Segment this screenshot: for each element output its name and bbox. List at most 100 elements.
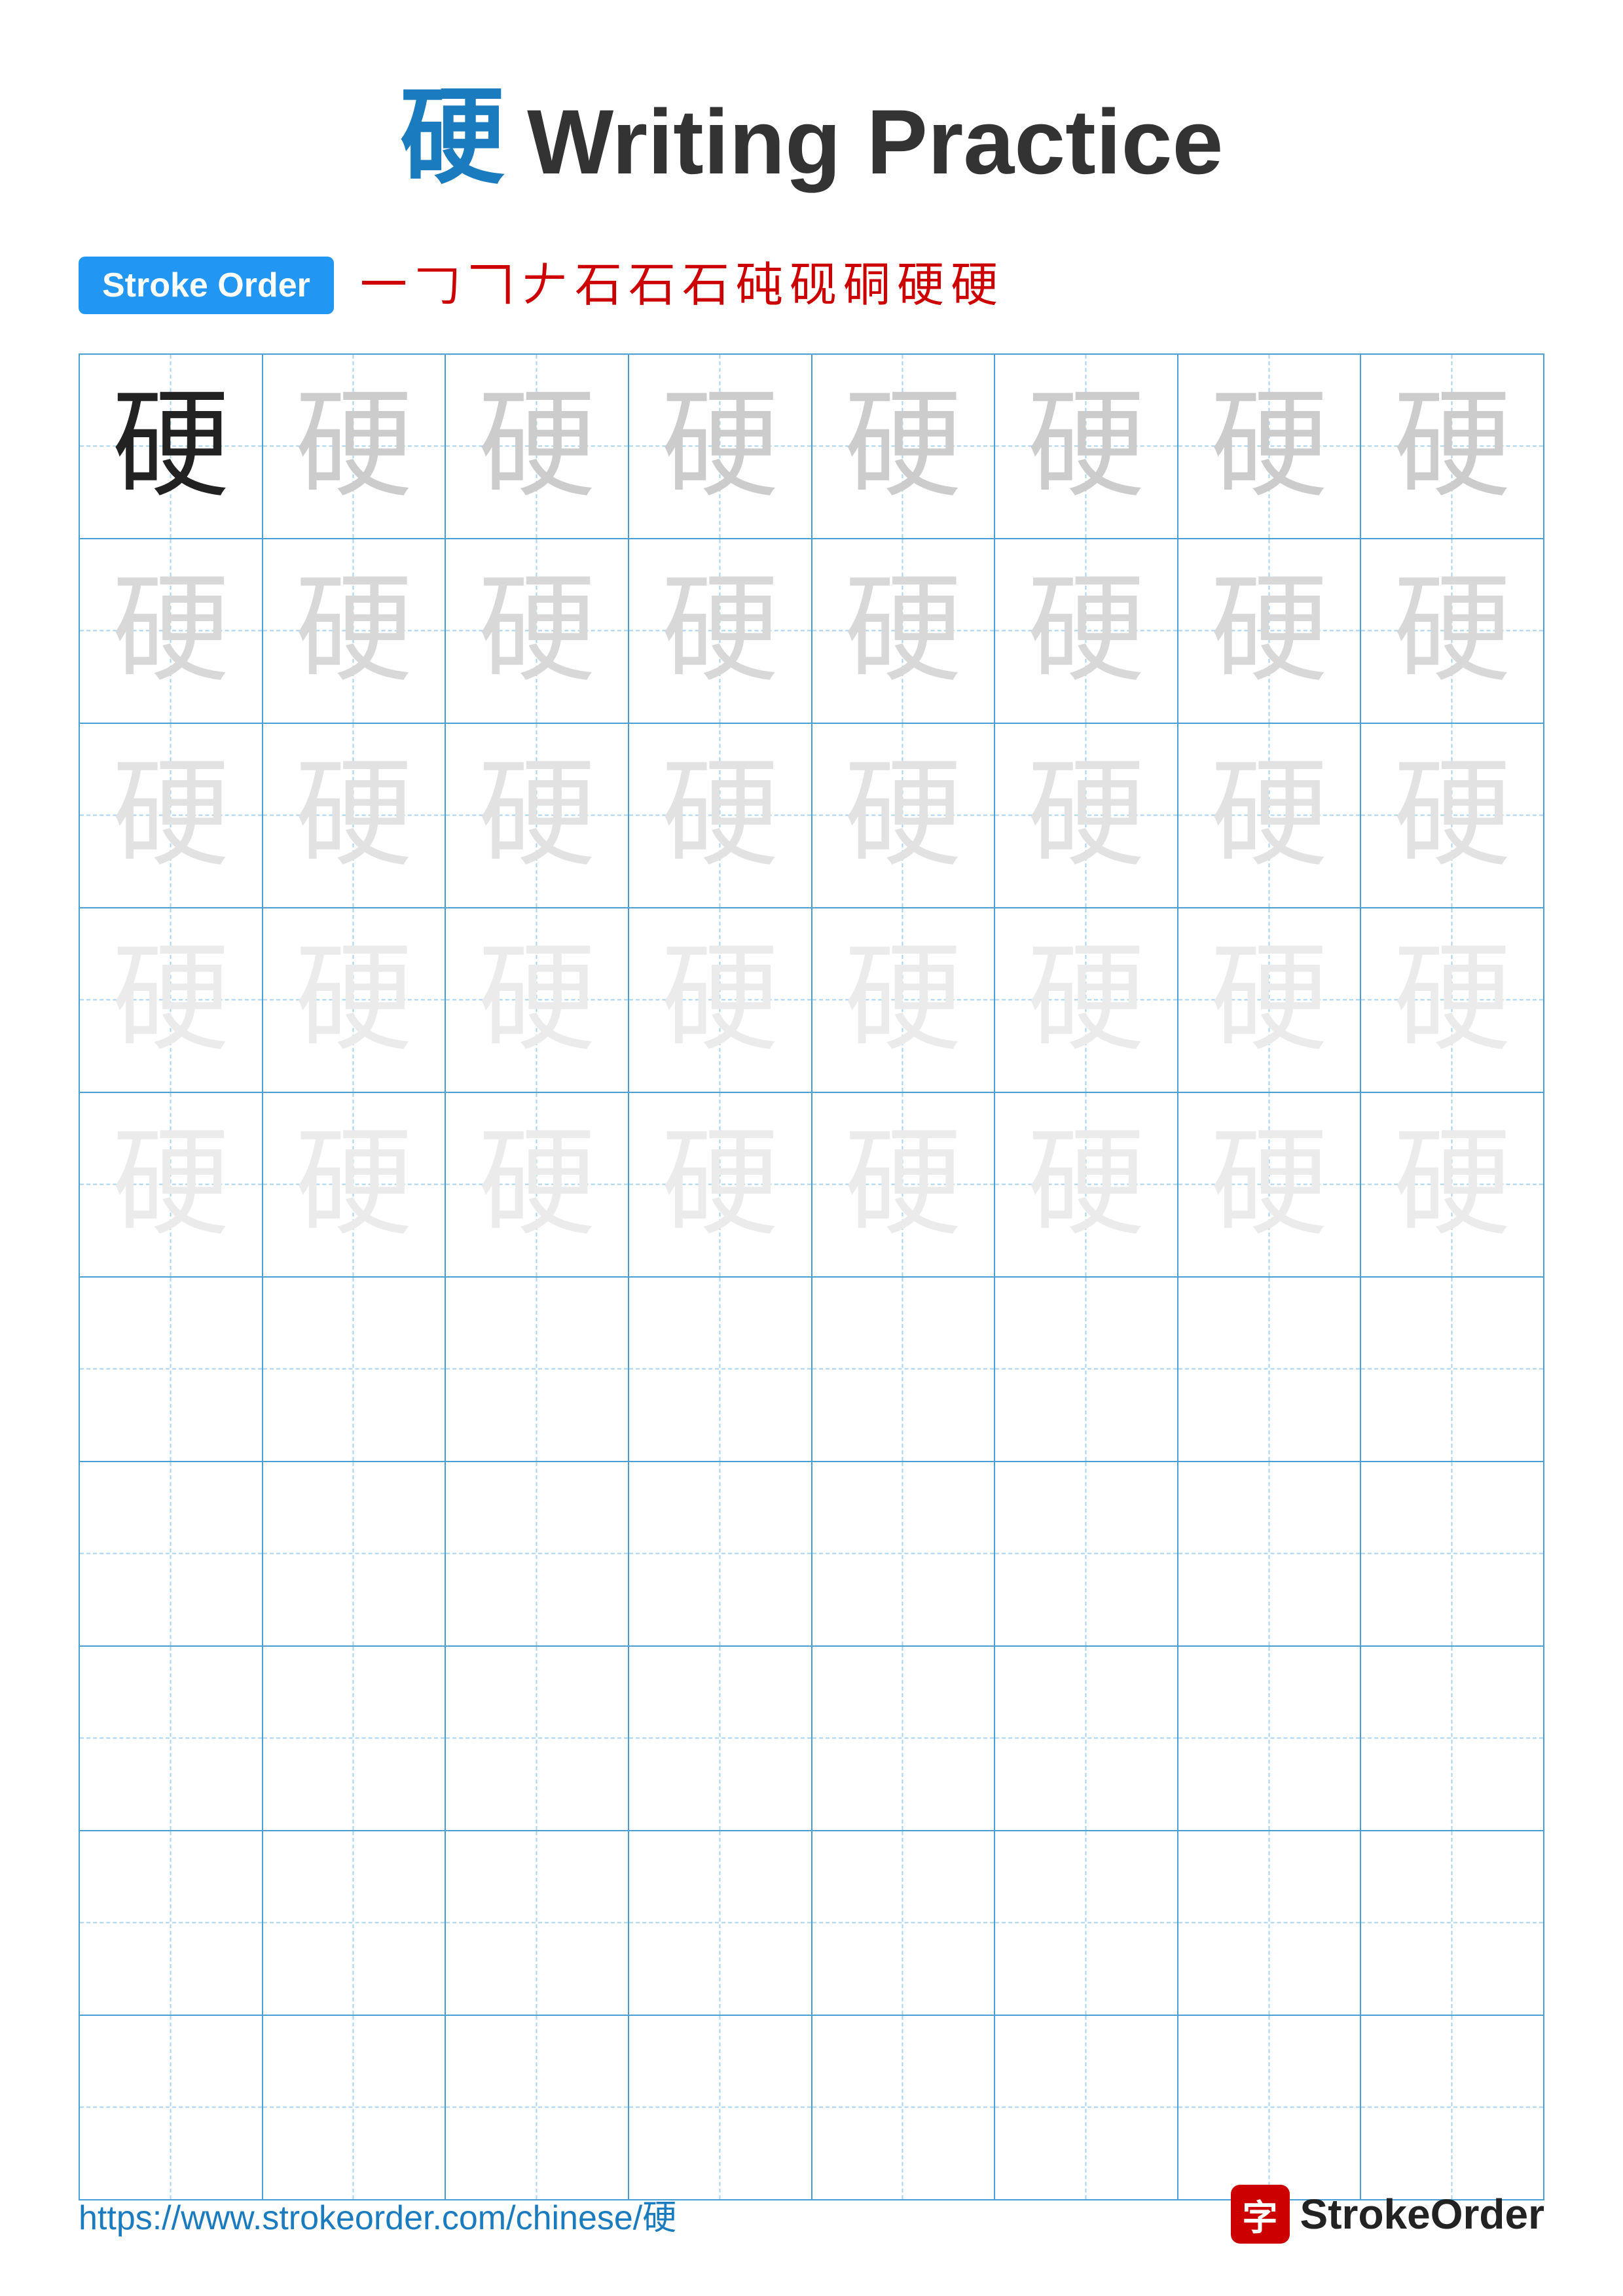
cell-5-6[interactable]: 硬 bbox=[995, 1093, 1178, 1276]
stroke-chars: 一 𠃌 𠃍 𠂇 石 石 石 砘 砚 硐 硬 硬 bbox=[360, 262, 998, 309]
cell-3-7[interactable]: 硬 bbox=[1178, 724, 1362, 907]
cell-4-2[interactable]: 硬 bbox=[263, 908, 447, 1092]
cell-8-3[interactable] bbox=[446, 1647, 629, 1830]
cell-5-2[interactable]: 硬 bbox=[263, 1093, 447, 1276]
cell-9-7[interactable] bbox=[1178, 1831, 1362, 2015]
cell-2-2[interactable]: 硬 bbox=[263, 539, 447, 723]
cell-2-7[interactable]: 硬 bbox=[1178, 539, 1362, 723]
cell-2-5[interactable]: 硬 bbox=[812, 539, 996, 723]
char-display: 硬 bbox=[661, 941, 779, 1059]
cell-2-1[interactable]: 硬 bbox=[80, 539, 263, 723]
cell-7-3[interactable] bbox=[446, 1462, 629, 1645]
cell-2-6[interactable]: 硬 bbox=[995, 539, 1178, 723]
cell-5-5[interactable]: 硬 bbox=[812, 1093, 996, 1276]
cell-5-3[interactable]: 硬 bbox=[446, 1093, 629, 1276]
cell-2-4[interactable]: 硬 bbox=[629, 539, 812, 723]
cell-8-5[interactable] bbox=[812, 1647, 996, 1830]
cell-9-8[interactable] bbox=[1361, 1831, 1543, 2015]
cell-1-5[interactable]: 硬 bbox=[812, 355, 996, 538]
cell-5-4[interactable]: 硬 bbox=[629, 1093, 812, 1276]
cell-7-2[interactable] bbox=[263, 1462, 447, 1645]
cell-4-8[interactable]: 硬 bbox=[1361, 908, 1543, 1092]
cell-4-5[interactable]: 硬 bbox=[812, 908, 996, 1092]
cell-2-3[interactable]: 硬 bbox=[446, 539, 629, 723]
cell-6-7[interactable] bbox=[1178, 1278, 1362, 1461]
cell-10-3[interactable] bbox=[446, 2016, 629, 2199]
cell-10-4[interactable] bbox=[629, 2016, 812, 2199]
cell-8-7[interactable] bbox=[1178, 1647, 1362, 1830]
cell-1-8[interactable]: 硬 bbox=[1361, 355, 1543, 538]
cell-3-4[interactable]: 硬 bbox=[629, 724, 812, 907]
char-display: 硬 bbox=[1393, 387, 1511, 505]
cell-5-8[interactable]: 硬 bbox=[1361, 1093, 1543, 1276]
cell-3-5[interactable]: 硬 bbox=[812, 724, 996, 907]
char-display: 硬 bbox=[295, 757, 412, 874]
cell-8-8[interactable] bbox=[1361, 1647, 1543, 1830]
cell-3-6[interactable]: 硬 bbox=[995, 724, 1178, 907]
cell-3-1[interactable]: 硬 bbox=[80, 724, 263, 907]
cell-6-6[interactable] bbox=[995, 1278, 1178, 1461]
cell-9-6[interactable] bbox=[995, 1831, 1178, 2015]
cell-9-1[interactable] bbox=[80, 1831, 263, 2015]
cell-8-6[interactable] bbox=[995, 1647, 1178, 1830]
char-display: 硬 bbox=[295, 387, 412, 505]
cell-9-5[interactable] bbox=[812, 1831, 996, 2015]
stroke-12: 硬 bbox=[951, 262, 998, 309]
cell-9-4[interactable] bbox=[629, 1831, 812, 2015]
cell-6-1[interactable] bbox=[80, 1278, 263, 1461]
cell-10-1[interactable] bbox=[80, 2016, 263, 2199]
practice-grid: 硬 硬 硬 硬 硬 硬 硬 硬 bbox=[79, 353, 1544, 2200]
cell-10-8[interactable] bbox=[1361, 2016, 1543, 2199]
cell-1-2[interactable]: 硬 bbox=[263, 355, 447, 538]
cell-10-7[interactable] bbox=[1178, 2016, 1362, 2199]
cell-3-8[interactable]: 硬 bbox=[1361, 724, 1543, 907]
cell-6-8[interactable] bbox=[1361, 1278, 1543, 1461]
cell-4-4[interactable]: 硬 bbox=[629, 908, 812, 1092]
cell-6-5[interactable] bbox=[812, 1278, 996, 1461]
cell-7-5[interactable] bbox=[812, 1462, 996, 1645]
cell-8-4[interactable] bbox=[629, 1647, 812, 1830]
cell-10-6[interactable] bbox=[995, 2016, 1178, 2199]
cell-3-2[interactable]: 硬 bbox=[263, 724, 447, 907]
cell-5-1[interactable]: 硬 bbox=[80, 1093, 263, 1276]
cell-5-7[interactable]: 硬 bbox=[1178, 1093, 1362, 1276]
cell-7-8[interactable] bbox=[1361, 1462, 1543, 1645]
cell-7-6[interactable] bbox=[995, 1462, 1178, 1645]
cell-9-2[interactable] bbox=[263, 1831, 447, 2015]
char-display: 硬 bbox=[1211, 941, 1328, 1059]
cell-1-7[interactable]: 硬 bbox=[1178, 355, 1362, 538]
cell-4-3[interactable]: 硬 bbox=[446, 908, 629, 1092]
grid-row-2: 硬 硬 硬 硬 硬 硬 硬 硬 bbox=[80, 539, 1543, 724]
char-display: 硬 bbox=[295, 941, 412, 1059]
cell-6-4[interactable] bbox=[629, 1278, 812, 1461]
grid-row-4: 硬 硬 硬 硬 硬 硬 硬 硬 bbox=[80, 908, 1543, 1093]
cell-6-2[interactable] bbox=[263, 1278, 447, 1461]
cell-4-6[interactable]: 硬 bbox=[995, 908, 1178, 1092]
cell-10-5[interactable] bbox=[812, 2016, 996, 2199]
cell-1-4[interactable]: 硬 bbox=[629, 355, 812, 538]
cell-4-1[interactable]: 硬 bbox=[80, 908, 263, 1092]
cell-8-1[interactable] bbox=[80, 1647, 263, 1830]
cell-7-4[interactable] bbox=[629, 1462, 812, 1645]
cell-7-7[interactable] bbox=[1178, 1462, 1362, 1645]
cell-1-1[interactable]: 硬 bbox=[80, 355, 263, 538]
cell-1-6[interactable]: 硬 bbox=[995, 355, 1178, 538]
cell-7-1[interactable] bbox=[80, 1462, 263, 1645]
char-display: 硬 bbox=[661, 387, 779, 505]
char-display: 硬 bbox=[844, 941, 962, 1059]
char-display: 硬 bbox=[112, 572, 230, 690]
cell-4-7[interactable]: 硬 bbox=[1178, 908, 1362, 1092]
cell-3-3[interactable]: 硬 bbox=[446, 724, 629, 907]
grid-row-9 bbox=[80, 1831, 1543, 2016]
footer-url[interactable]: https://www.strokeorder.com/chinese/硬 bbox=[79, 2190, 676, 2239]
char-display: 硬 bbox=[478, 1126, 596, 1244]
stroke-6: 石 bbox=[629, 262, 676, 309]
cell-6-3[interactable] bbox=[446, 1278, 629, 1461]
cell-10-2[interactable] bbox=[263, 2016, 447, 2199]
stroke-3: 𠃍 bbox=[467, 262, 515, 309]
cell-2-8[interactable]: 硬 bbox=[1361, 539, 1543, 723]
grid-row-10 bbox=[80, 2016, 1543, 2199]
cell-1-3[interactable]: 硬 bbox=[446, 355, 629, 538]
cell-9-3[interactable] bbox=[446, 1831, 629, 2015]
cell-8-2[interactable] bbox=[263, 1647, 447, 1830]
